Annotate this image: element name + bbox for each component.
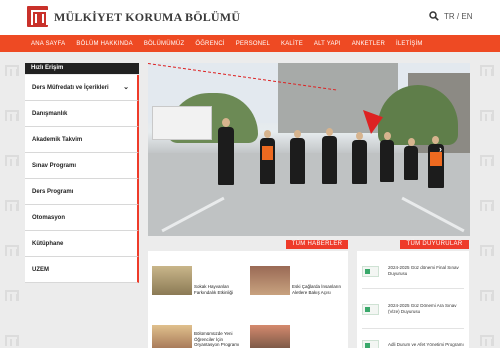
background-logo-icon	[5, 155, 19, 166]
sidebar-item-sinav-programi[interactable]: Sınav Programı	[25, 153, 139, 179]
lang-en-link[interactable]: EN	[461, 12, 472, 21]
background-logo-icon	[480, 110, 494, 121]
background-logo-icon	[5, 245, 19, 256]
announcement-title: Adli Durum ve Afet Yönetimi Programı	[388, 342, 464, 347]
slider-people-group	[208, 118, 470, 218]
background-logo-icon	[5, 65, 19, 76]
slider-next-arrow[interactable]: ›	[439, 144, 442, 154]
nav-item-alt-yapi[interactable]: ALT YAPI	[314, 41, 341, 47]
sidebar-item-akademik-takvim[interactable]: Akademik Takvim	[25, 127, 139, 153]
sidebar-item-label: Otomasyon	[32, 215, 66, 221]
divider	[362, 328, 464, 329]
language-switcher: TR / EN	[444, 12, 473, 21]
sidebar-item-label: Kütüphane	[32, 241, 64, 247]
nav-item-ana-sayfa[interactable]: ANA SAYFA	[31, 41, 65, 47]
divider	[362, 288, 464, 289]
nav-item-iletisim[interactable]: İLETİŞİM	[396, 41, 423, 47]
quick-access-list: Ders Müfredatı ve İçerikleri ⌄ Danışmanl…	[25, 75, 139, 283]
background-logo-icon	[5, 290, 19, 301]
sidebar-item-ders-mufredati[interactable]: Ders Müfredatı ve İçerikleri ⌄	[25, 75, 139, 101]
background-logo-icon	[480, 290, 494, 301]
lang-separator: /	[456, 12, 460, 21]
sidebar-item-label: Ders Müfredatı ve İçerikleri	[32, 85, 109, 91]
background-logo-icon	[480, 155, 494, 166]
lang-tr-link[interactable]: TR	[444, 12, 455, 21]
all-news-button[interactable]: TÜM HABERLER	[286, 240, 348, 249]
background-logo-icon	[5, 110, 19, 121]
sidebar-item-label: Akademik Takvim	[32, 137, 83, 143]
background-logo-icon	[480, 200, 494, 211]
hero-slider-image[interactable]	[148, 63, 470, 236]
background-logo-icon	[5, 335, 19, 346]
news-thumbnail[interactable]	[250, 266, 290, 295]
sidebar-item-kutuphane[interactable]: Kütüphane	[25, 231, 139, 257]
news-thumbnail[interactable]	[152, 325, 192, 348]
sidebar-item-label: Ders Programı	[32, 189, 74, 195]
sidebar-item-otomasyon[interactable]: Otomasyon	[25, 205, 139, 231]
chevron-down-icon: ⌄	[123, 84, 129, 91]
quick-access-heading: Hızlı Erişim	[25, 63, 139, 74]
nav-item-ogrenci[interactable]: ÖĞRENCİ	[195, 41, 224, 47]
site-header: MÜLKİYET KORUMA BÖLÜMÜ TR / EN	[0, 0, 500, 35]
background-logo-icon	[480, 65, 494, 76]
announcement-thumbnail	[362, 340, 379, 348]
background-logo-icon	[5, 200, 19, 211]
announcement-item[interactable]: 2024-2025 Güz Dönemi Ara Sınav (Vize) Du…	[362, 303, 467, 319]
news-panel: Sokak Hayvanları Farkındalık Etkinliği E…	[148, 251, 348, 348]
news-thumbnail[interactable]	[152, 266, 192, 295]
news-item-title[interactable]: Sokak Hayvanları Farkındalık Etkinliği	[194, 284, 244, 295]
sidebar-item-ders-programi[interactable]: Ders Programı	[25, 179, 139, 205]
background-logo-icon	[480, 245, 494, 256]
sidebar-item-uzem[interactable]: UZEM	[25, 257, 139, 283]
quick-access-sidebar: Hızlı Erişim Ders Müfredatı ve İçerikler…	[25, 63, 139, 283]
sidebar-item-danismanlik[interactable]: Danışmanlık	[25, 101, 139, 127]
nav-item-bolumumuz[interactable]: BÖLÜMÜMÜZ	[144, 41, 184, 47]
announcement-thumbnail	[362, 304, 379, 315]
all-announcements-button[interactable]: TÜM DUYURULAR	[400, 240, 469, 249]
nav-item-bolum-hakkinda[interactable]: BÖLÜM HAKKINDA	[76, 41, 132, 47]
announcement-title: 2024-2025 Güz Dönemi Ara Sınav (Vize) Du…	[388, 303, 457, 314]
nav-item-anketler[interactable]: ANKETLER	[352, 41, 385, 47]
sidebar-item-label: Sınav Programı	[32, 163, 77, 169]
search-icon[interactable]	[429, 11, 439, 21]
nav-item-kalite[interactable]: KALİTE	[281, 41, 303, 47]
announcement-item[interactable]: 2024-2025 Güz dönemi Final Sınav Duyurus…	[362, 265, 467, 281]
slider-bus	[152, 106, 212, 140]
news-item-title[interactable]: Eski Çağlarda İnsanların Aletlere Bakış …	[292, 284, 346, 295]
site-title[interactable]: MÜLKİYET KORUMA BÖLÜMÜ	[54, 10, 240, 25]
announcements-panel: 2024-2025 Güz dönemi Final Sınav Duyurus…	[357, 251, 469, 348]
sidebar-item-label: Danışmanlık	[32, 111, 68, 117]
nav-item-personel[interactable]: PERSONEL	[236, 41, 270, 47]
news-item-title[interactable]: Bölümümüzde Yeni Öğrenciler İçin Oryanta…	[194, 331, 246, 348]
announcement-title: 2024-2025 Güz dönemi Final Sınav Duyurus…	[388, 265, 459, 276]
news-thumbnail[interactable]	[250, 325, 290, 348]
sidebar-item-label: UZEM	[32, 267, 49, 273]
university-logo-icon[interactable]	[27, 6, 48, 27]
background-logo-icon	[480, 335, 494, 346]
main-nav: ANA SAYFA BÖLÜM HAKKINDA BÖLÜMÜMÜZ ÖĞREN…	[0, 35, 500, 52]
announcement-item[interactable]: Adli Durum ve Afet Yönetimi Programı	[362, 339, 467, 348]
announcement-thumbnail	[362, 266, 379, 277]
